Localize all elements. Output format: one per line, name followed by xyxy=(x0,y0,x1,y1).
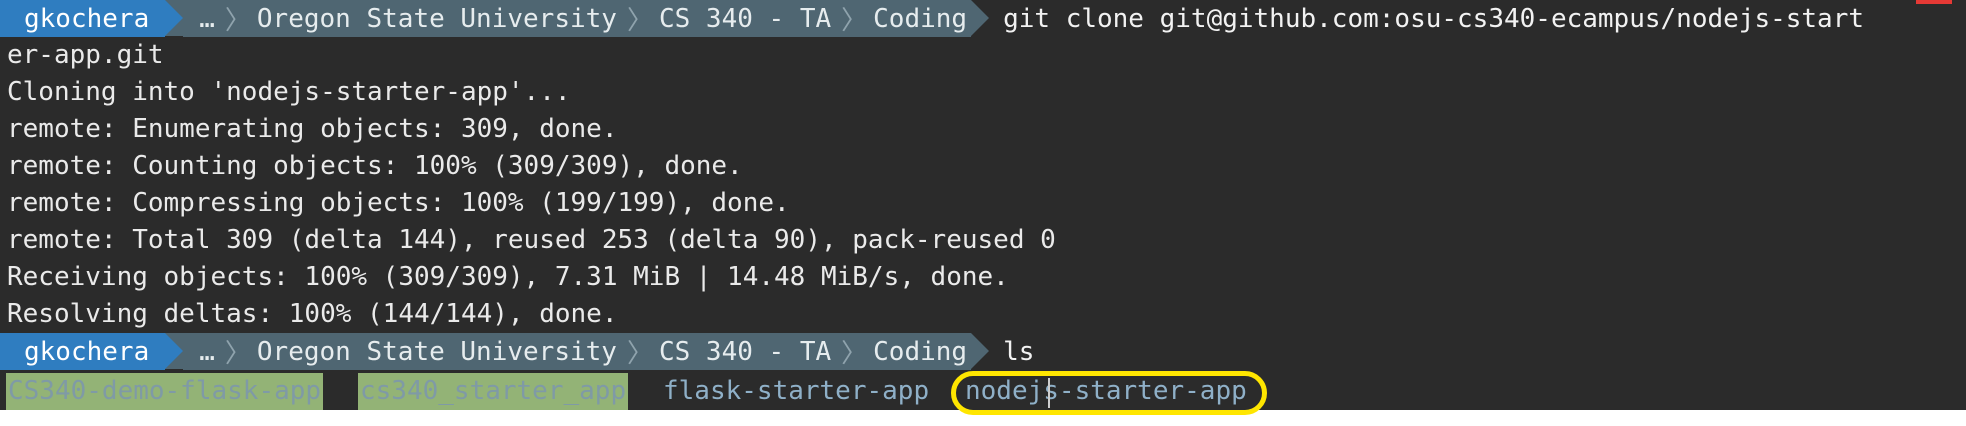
prompt-user: gkochera xyxy=(0,333,166,370)
directory-item[interactable]: CS340-demo-flask-app xyxy=(6,373,324,410)
prompt-separator: 〉 xyxy=(839,333,870,370)
prompt-separator: 〉 xyxy=(624,0,655,37)
prompt-end-chevron xyxy=(971,0,990,36)
prompt-ellipsis: … xyxy=(183,0,223,37)
text-cursor xyxy=(1048,378,1050,408)
prompt-chevron xyxy=(165,333,184,369)
prompt-end-chevron xyxy=(971,333,990,369)
prompt-separator: 〉 xyxy=(222,0,253,37)
prompt-user: gkochera xyxy=(0,0,166,37)
ls-output: CS340-demo-flask-app cs340_starter_app f… xyxy=(0,373,1247,410)
prompt-path-1: CS 340 - TA xyxy=(654,0,840,37)
output-line: Resolving deltas: 100% (144/144), done. xyxy=(7,299,618,329)
prompt-chevron xyxy=(165,0,184,36)
directory-item[interactable]: flask-starter-app xyxy=(661,373,931,410)
output-line: er-app.git xyxy=(7,40,164,70)
command-text: ls xyxy=(1003,336,1035,367)
prompt-separator: 〉 xyxy=(839,0,870,37)
directory-item-highlighted[interactable]: nodejs-starter-app xyxy=(963,373,1249,410)
output-line: Receiving objects: 100% (309/309), 7.31 … xyxy=(7,262,1009,292)
prompt-path-0: Oregon State University xyxy=(252,0,625,37)
prompt-path-0: Oregon State University xyxy=(252,333,625,370)
output-line: remote: Total 309 (delta 144), reused 25… xyxy=(7,225,1056,255)
output-line: remote: Compressing objects: 100% (199/1… xyxy=(7,188,790,218)
directory-item[interactable]: cs340_starter_app xyxy=(358,373,629,410)
command-text: git clone git@github.com:osu-cs340-ecamp… xyxy=(1003,3,1865,34)
prompt-path-2: Coding xyxy=(869,333,972,370)
prompt-separator: 〉 xyxy=(624,333,655,370)
prompt-path-1: CS 340 - TA xyxy=(654,333,840,370)
output-line: remote: Counting objects: 100% (309/309)… xyxy=(7,151,743,181)
terminal-window[interactable]: gkochera … 〉 Oregon State University 〉 C… xyxy=(0,0,1966,410)
prompt-line-2: gkochera … 〉 Oregon State University 〉 C… xyxy=(0,333,1034,370)
prompt-path-2: Coding xyxy=(869,0,972,37)
prompt-separator: 〉 xyxy=(222,333,253,370)
output-line: remote: Enumerating objects: 309, done. xyxy=(7,114,618,144)
window-indicator xyxy=(1916,0,1952,4)
prompt-ellipsis: … xyxy=(183,333,223,370)
output-line: Cloning into 'nodejs-starter-app'... xyxy=(7,77,571,107)
prompt-line-1: gkochera … 〉 Oregon State University 〉 C… xyxy=(0,0,1864,37)
